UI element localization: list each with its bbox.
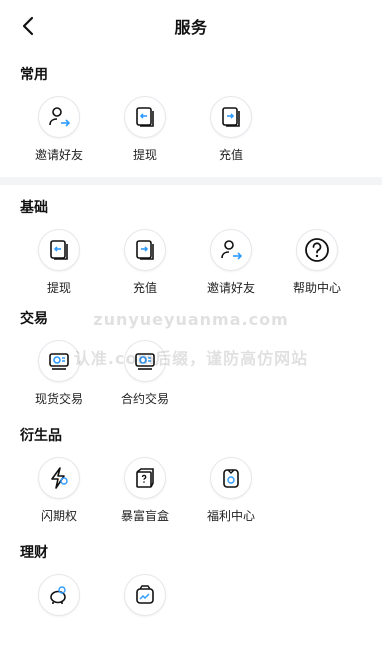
service-invite-friend[interactable]: 邀请好友	[188, 229, 274, 296]
service-label: 现货交易	[34, 392, 83, 406]
service-spot-trading[interactable]: 现货交易	[16, 340, 102, 407]
service-label: 提现	[46, 281, 71, 295]
service-wealth-2[interactable]	[102, 574, 188, 624]
service-deposit[interactable]: 充值	[188, 96, 274, 163]
service-label: 合约交易	[120, 392, 169, 406]
service-label: 充值	[218, 148, 243, 162]
service-withdraw[interactable]: 提现	[16, 229, 102, 296]
chevron-left-icon	[22, 16, 34, 36]
service-wealth-1[interactable]	[16, 574, 102, 624]
contract-trading-icon	[135, 353, 155, 370]
service-invite-friend[interactable]: 邀请好友	[16, 96, 102, 163]
invite-friend-icon	[49, 107, 71, 127]
mystery-box-icon	[136, 468, 154, 488]
service-label: 提现	[132, 148, 157, 162]
service-flash-option[interactable]: 闪期权	[16, 457, 102, 524]
service-label: 闪期权	[40, 509, 77, 523]
back-button[interactable]	[16, 14, 40, 38]
section-title: 交易	[20, 311, 48, 327]
section-wealth: 理财	[0, 542, 382, 634]
service-contract-trading[interactable]: 合约交易	[102, 340, 188, 407]
withdraw-icon	[136, 107, 154, 127]
service-withdraw[interactable]: 提现	[102, 96, 188, 163]
invite-friend-icon	[221, 240, 243, 260]
section-common: 常用 邀请好友 提现 充值	[0, 64, 382, 173]
section-title: 理财	[20, 545, 48, 561]
service-help-center[interactable]: 帮助中心	[274, 229, 360, 296]
service-welfare-center[interactable]: 福利中心	[188, 457, 274, 524]
section-title: 衍生品	[20, 428, 62, 444]
spot-trading-icon	[49, 353, 69, 370]
service-label: 邀请好友	[34, 148, 83, 162]
chart-wallet-icon	[136, 585, 154, 604]
section-divider	[0, 177, 382, 185]
section-title: 常用	[20, 67, 48, 83]
welfare-center-icon	[223, 469, 239, 488]
service-label: 暴富盲盒	[120, 509, 169, 523]
flash-option-icon	[51, 467, 68, 489]
page-title: 服务	[174, 18, 208, 37]
section-basic: 基础 提现 充值 邀请好友 帮助中心	[0, 197, 382, 306]
service-mystery-box[interactable]: 暴富盲盒	[102, 457, 188, 524]
withdraw-icon	[50, 240, 68, 260]
section-title: 基础	[20, 200, 48, 216]
help-center-icon	[305, 238, 329, 262]
service-deposit[interactable]: 充值	[102, 229, 188, 296]
piggy-bank-icon	[50, 586, 66, 604]
section-derivatives: 衍生品 闪期权 暴富盲盒 福利中心	[0, 425, 382, 534]
service-label: 充值	[132, 281, 157, 295]
section-trading: 交易 现货交易 合约交易	[0, 308, 382, 417]
deposit-icon	[222, 107, 240, 127]
service-label: 帮助中心	[292, 281, 341, 295]
deposit-icon	[136, 240, 154, 260]
service-label: 福利中心	[206, 509, 255, 523]
app-header: 服务	[0, 0, 382, 52]
service-label: 邀请好友	[206, 281, 255, 295]
